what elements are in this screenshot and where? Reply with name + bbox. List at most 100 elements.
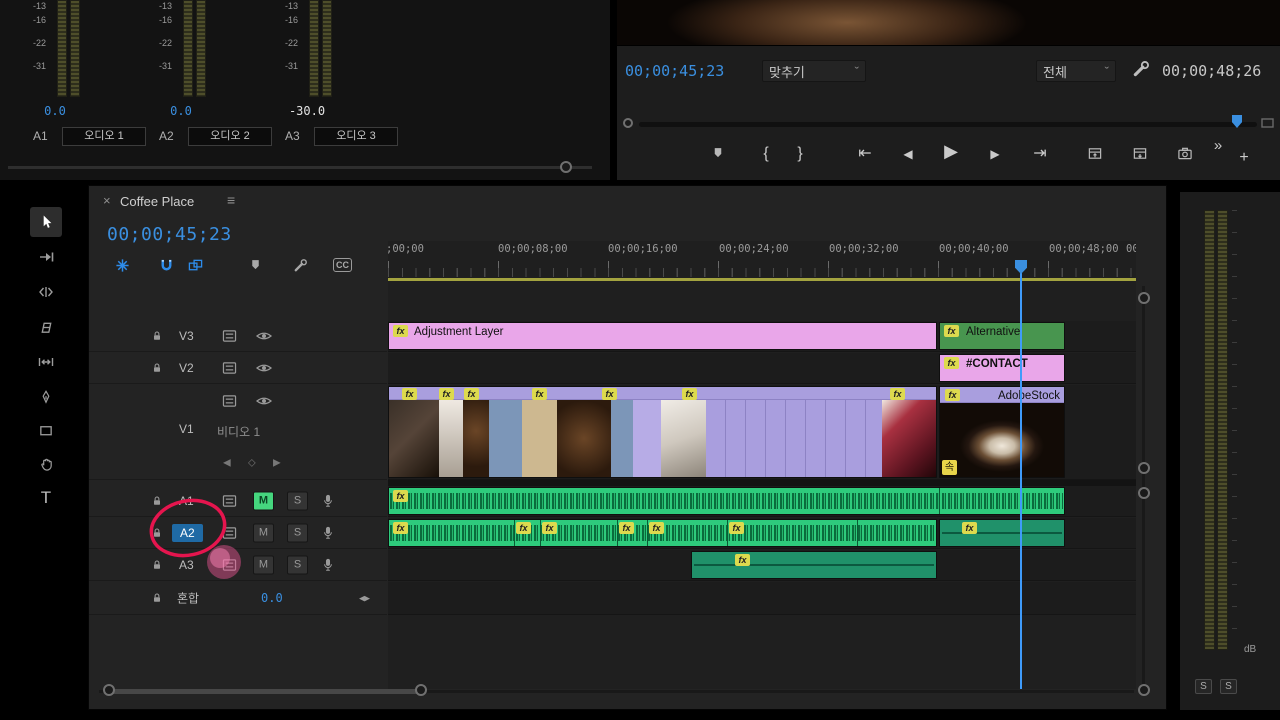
lock-icon[interactable] bbox=[151, 527, 163, 540]
lane-v2[interactable]: fx #CONTACT bbox=[388, 353, 1136, 384]
track-label-mix[interactable]: 혼합 bbox=[177, 590, 199, 607]
source-patch-icon[interactable] bbox=[222, 527, 237, 540]
solo-left-button[interactable]: S bbox=[1195, 679, 1212, 694]
linked-selection-icon[interactable] bbox=[188, 258, 203, 273]
track-label-a3[interactable]: A3 bbox=[179, 558, 194, 572]
clip-alternative[interactable]: fx Alternative bbox=[939, 322, 1065, 350]
export-frame-camera-icon[interactable] bbox=[1177, 146, 1193, 161]
fx-badge[interactable]: fx bbox=[962, 522, 977, 534]
fx-badge[interactable]: fx bbox=[542, 522, 557, 534]
timeline-settings-wrench-icon[interactable] bbox=[293, 258, 308, 273]
clip-contact[interactable]: fx #CONTACT bbox=[939, 354, 1065, 382]
fx-badge[interactable]: fx bbox=[890, 388, 905, 400]
lane-a2[interactable]: fx fx fx fx fx fx fx bbox=[388, 518, 1136, 549]
voiceover-mic-icon[interactable] bbox=[322, 526, 334, 541]
track-visibility-eye-icon[interactable] bbox=[256, 395, 272, 407]
channel-name-box[interactable]: 오디오 1 bbox=[62, 127, 146, 146]
vscroll-handle[interactable] bbox=[1138, 462, 1150, 474]
add-button[interactable]: + bbox=[1239, 150, 1248, 166]
fx-badge[interactable]: fx bbox=[402, 388, 417, 400]
keyframe-nav-icon[interactable]: ◂▸ bbox=[359, 592, 370, 605]
program-current-timecode[interactable]: 00;00;45;23 bbox=[625, 62, 724, 80]
fx-badge[interactable]: fx bbox=[619, 522, 634, 534]
timeline-clip-area[interactable]: ;00;00 00;00;08;00 00;00;16;00 00;00;24;… bbox=[388, 241, 1136, 689]
razor-tool[interactable] bbox=[30, 312, 62, 342]
selection-tool[interactable] bbox=[30, 207, 62, 237]
add-marker-icon[interactable] bbox=[249, 258, 262, 272]
source-patch-icon[interactable] bbox=[222, 495, 237, 508]
panel-menu-icon[interactable]: ≡ bbox=[227, 192, 235, 208]
vscroll-handle-top[interactable] bbox=[1138, 292, 1150, 304]
slip-tool[interactable] bbox=[30, 347, 62, 377]
fx-badge[interactable]: fx bbox=[393, 490, 408, 502]
mute-button-a2[interactable]: M bbox=[253, 524, 274, 543]
program-scrubber[interactable] bbox=[639, 122, 1257, 127]
goto-out-button[interactable]: ⇥ bbox=[1033, 146, 1046, 162]
fit-select[interactable]: 맞추기 ˇ bbox=[762, 60, 866, 82]
timeline-hscroll-handle[interactable] bbox=[109, 689, 421, 694]
source-patch-icon[interactable] bbox=[222, 362, 237, 375]
track-select-forward-tool[interactable] bbox=[30, 242, 62, 272]
track-label-v1[interactable]: V1 bbox=[179, 422, 194, 436]
rectangle-tool[interactable] bbox=[30, 415, 62, 445]
channel-name-box[interactable]: 오디오 2 bbox=[188, 127, 272, 146]
solo-button-a3[interactable]: S bbox=[287, 556, 308, 575]
step-forward-button[interactable]: ▶ bbox=[990, 146, 999, 162]
type-tool[interactable]: T bbox=[30, 483, 62, 513]
fx-badge[interactable]: fx bbox=[945, 389, 960, 401]
clip-audio-a2[interactable]: fx fx fx fx fx fx bbox=[388, 519, 937, 547]
lane-a3[interactable]: fx bbox=[388, 550, 1136, 581]
play-button[interactable]: ▶ bbox=[944, 143, 958, 159]
clip-audio-a1[interactable]: fx bbox=[388, 487, 1065, 515]
step-back-button[interactable]: ◀ bbox=[903, 146, 912, 162]
mark-in-button[interactable]: { bbox=[763, 146, 768, 162]
track-label-a2-selected[interactable]: A2 bbox=[172, 524, 203, 542]
mark-out-button[interactable]: } bbox=[797, 146, 802, 162]
lane-v3[interactable]: fx Adjustment Layer fx Alternative bbox=[388, 321, 1136, 352]
fx-badge[interactable]: fx bbox=[439, 388, 454, 400]
program-scrollbar-handle[interactable] bbox=[623, 118, 633, 128]
clip-v1-sequence[interactable]: fx fx fx fx fx fx fx bbox=[388, 386, 937, 478]
pen-tool[interactable] bbox=[30, 382, 62, 412]
track-visibility-eye-icon[interactable] bbox=[256, 362, 272, 374]
mix-level-value[interactable]: 0.0 bbox=[261, 591, 283, 605]
clip-audio-a3[interactable]: fx bbox=[691, 551, 937, 579]
fx-badge[interactable]: fx bbox=[944, 325, 959, 337]
solo-button-a1[interactable]: S bbox=[287, 492, 308, 511]
sequence-tab-title[interactable]: Coffee Place bbox=[120, 194, 194, 209]
captions-cc-icon[interactable]: CC bbox=[333, 258, 352, 272]
lift-button[interactable] bbox=[1088, 146, 1103, 161]
add-marker-button[interactable] bbox=[712, 146, 725, 160]
zoom-handle-left[interactable] bbox=[103, 684, 115, 696]
program-preview-frame[interactable] bbox=[617, 0, 1280, 46]
solo-button-a2[interactable]: S bbox=[287, 524, 308, 543]
fx-badge[interactable]: fx bbox=[464, 388, 479, 400]
zoom-handle-right[interactable] bbox=[415, 684, 427, 696]
timeline-playhead-line[interactable] bbox=[1020, 273, 1022, 689]
nest-sequences-icon[interactable] bbox=[115, 258, 130, 273]
fx-badge[interactable]: fx bbox=[944, 357, 959, 369]
lock-icon[interactable] bbox=[151, 495, 163, 508]
source-patch-icon[interactable] bbox=[222, 395, 237, 408]
lock-icon[interactable] bbox=[151, 592, 163, 605]
lock-icon[interactable] bbox=[151, 362, 163, 375]
close-icon[interactable]: × bbox=[103, 193, 111, 208]
track-label-v3[interactable]: V3 bbox=[179, 329, 194, 343]
settings-wrench-icon[interactable] bbox=[1132, 60, 1150, 78]
zoom-select[interactable]: 전체 ˇ bbox=[1036, 60, 1116, 82]
fx-badge[interactable]: fx bbox=[393, 522, 408, 534]
track-label-v2[interactable]: V2 bbox=[179, 361, 194, 375]
fx-badge[interactable]: fx bbox=[393, 325, 408, 337]
solo-right-button[interactable]: S bbox=[1220, 679, 1237, 694]
extract-button[interactable] bbox=[1133, 146, 1148, 161]
mixer-scrollbar-handle[interactable] bbox=[560, 161, 572, 173]
mixer-scrollbar[interactable] bbox=[8, 166, 592, 169]
track-label-a1[interactable]: A1 bbox=[179, 494, 194, 508]
add-remove-keyframe-icon[interactable]: ◇ bbox=[248, 458, 256, 469]
mute-button-a1[interactable]: M bbox=[253, 492, 274, 511]
source-patch-icon[interactable] bbox=[222, 559, 237, 572]
lane-a1[interactable]: fx bbox=[388, 486, 1136, 517]
source-patch-icon[interactable] bbox=[222, 330, 237, 343]
clip-audio-a2-music[interactable]: fx bbox=[939, 519, 1065, 547]
clip-adjustment-layer[interactable]: fx Adjustment Layer bbox=[388, 322, 937, 350]
